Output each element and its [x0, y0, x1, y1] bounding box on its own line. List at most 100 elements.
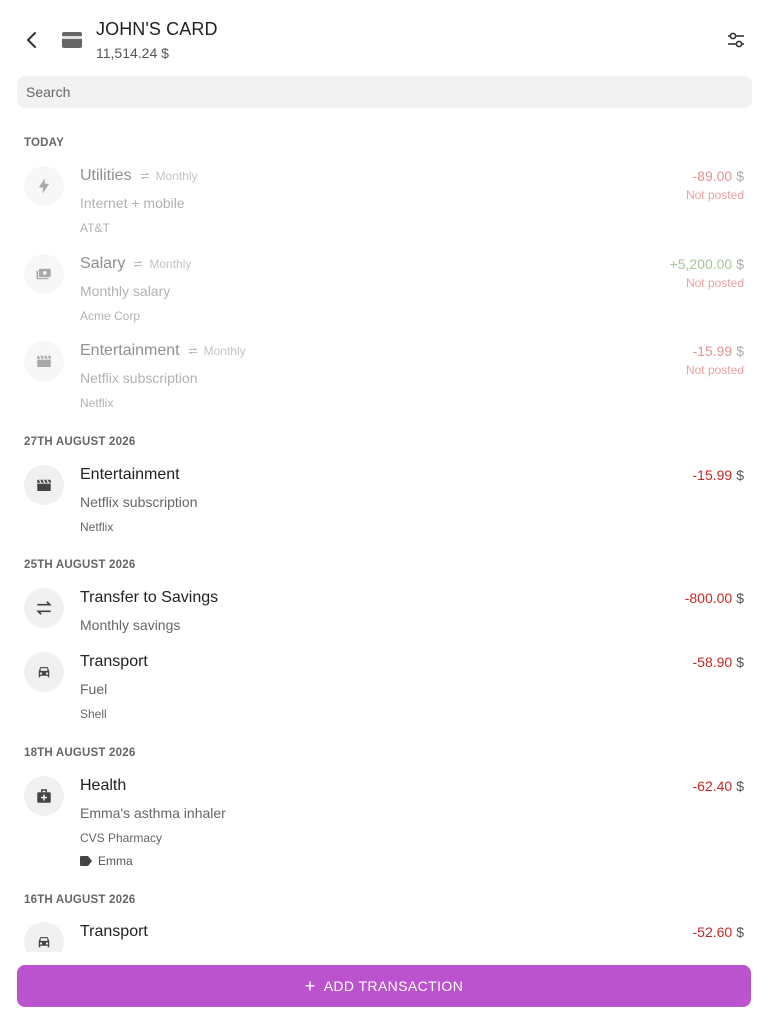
category-avatar	[24, 166, 64, 206]
cash-icon	[36, 268, 51, 280]
amount-currency: $	[736, 778, 744, 794]
amount-currency: $	[736, 343, 744, 359]
transaction-row[interactable]: Entertainment Monthly Netflix subscripti…	[0, 341, 768, 413]
category-avatar	[24, 922, 64, 952]
repeat-icon	[188, 347, 197, 355]
amount-currency: $	[736, 467, 744, 483]
amount-currency: $	[736, 256, 744, 272]
transaction-row[interactable]: Entertainment Netflix subscription Netfl…	[0, 465, 768, 537]
recurring-label: Monthly	[155, 169, 198, 183]
status-badge: Not posted	[685, 188, 744, 202]
amount-currency: $	[736, 168, 744, 184]
back-button[interactable]	[20, 28, 44, 52]
transaction-category: Health	[80, 777, 127, 794]
amount-value: -58.90	[692, 654, 733, 670]
transaction-payee: AT&T	[80, 221, 110, 235]
swap-arrows-icon	[36, 601, 52, 615]
transaction-category: Entertainment	[80, 466, 180, 483]
transaction-amount: -58.90 $	[693, 654, 745, 670]
add-transaction-button[interactable]: + ADD TRANSACTION	[17, 965, 751, 1007]
section-header-date: 18TH AUGUST 2026	[24, 747, 136, 759]
transaction-row[interactable]: Utilities Monthly Internet + mobile AT&T…	[0, 166, 768, 238]
transaction-description: Netflix subscription	[80, 494, 198, 510]
category-avatar	[24, 465, 64, 505]
tune-sliders-icon	[728, 32, 744, 48]
transaction-row[interactable]: Transfer to Savings Monthly savings -800…	[0, 588, 768, 638]
category-avatar	[24, 341, 64, 381]
transaction-payee: CVS Pharmacy	[80, 831, 163, 845]
transaction-row[interactable]: Transport Fuel Shell -58.90 $	[0, 652, 768, 724]
transaction-amount: -15.99 $	[693, 343, 745, 359]
amount-value: -52.60	[692, 924, 733, 940]
section-header-today: TODAY	[24, 137, 64, 149]
tag-label: Emma	[98, 854, 133, 868]
amount-value: +5,200.00	[669, 256, 733, 272]
amount-currency: $	[736, 654, 744, 670]
transaction-amount: -62.40 $	[693, 778, 745, 794]
section-header-date: 16TH AUGUST 2026	[24, 894, 136, 906]
recurring-badge: Monthly	[187, 344, 246, 358]
amount-value: -15.99	[692, 467, 733, 483]
transaction-payee: Netflix	[80, 396, 114, 410]
app-header: JOHN'S CARD 11,514.24 $	[0, 0, 768, 76]
status-badge: Not posted	[685, 363, 744, 377]
repeat-icon	[134, 260, 143, 268]
category-avatar	[24, 588, 64, 628]
transaction-description: Netflix subscription	[80, 370, 198, 386]
label-tag-icon	[80, 856, 92, 866]
filter-button[interactable]	[724, 28, 748, 52]
amount-value: -62.40	[692, 778, 733, 794]
transaction-description: Monthly salary	[80, 283, 171, 299]
transaction-description: Emma's asthma inhaler	[80, 805, 226, 821]
transaction-amount: -800.00 $	[685, 590, 744, 606]
transaction-tag: Emma	[80, 854, 133, 868]
amount-value: -800.00	[684, 590, 733, 606]
category-avatar	[24, 254, 64, 294]
car-icon	[38, 667, 50, 678]
transaction-amount: +5,200.00 $	[670, 256, 744, 272]
transaction-category: Utilities	[80, 167, 132, 184]
transaction-payee: Acme Corp	[80, 309, 141, 323]
transaction-category: Transport	[80, 923, 148, 940]
movie-clapper-icon	[37, 479, 51, 491]
repeat-icon	[140, 172, 149, 180]
transaction-payee: Shell	[80, 707, 107, 721]
category-avatar	[24, 652, 64, 692]
amount-currency: $	[736, 924, 744, 940]
section-header-date: 25TH AUGUST 2026	[24, 559, 136, 571]
recurring-badge: Monthly	[132, 257, 191, 271]
transaction-description: Fuel	[80, 681, 108, 697]
transaction-category: Entertainment	[80, 342, 180, 359]
transaction-description: Internet + mobile	[80, 195, 185, 211]
transaction-category: Salary	[80, 255, 126, 272]
plus-icon: +	[304, 976, 316, 996]
status-badge: Not posted	[685, 276, 744, 290]
amount-currency: $	[736, 590, 744, 606]
transaction-amount: -52.60 $	[693, 924, 745, 940]
transaction-category: Transport	[80, 653, 148, 670]
transaction-row[interactable]: Transport -52.60 $	[0, 922, 768, 952]
page-title: JOHN'S CARD	[96, 19, 218, 39]
amount-value: -89.00	[692, 168, 733, 184]
transaction-category: Transfer to Savings	[80, 589, 219, 606]
transaction-row[interactable]: Salary Monthly Monthly salary Acme Corp …	[0, 254, 768, 326]
bolt-icon	[38, 178, 50, 194]
transaction-list[interactable]: TODAY Utilities Monthly Internet + mobil…	[0, 120, 768, 952]
transaction-payee: Netflix	[80, 520, 114, 534]
recurring-badge: Monthly	[139, 169, 198, 183]
recurring-label: Monthly	[203, 344, 246, 358]
car-icon	[38, 937, 50, 948]
recurring-label: Monthly	[149, 257, 192, 271]
add-transaction-label: ADD TRANSACTION	[323, 978, 464, 994]
amount-value: -15.99	[692, 343, 733, 359]
transaction-description: Monthly savings	[80, 617, 181, 633]
section-header-date: 27TH AUGUST 2026	[24, 436, 136, 448]
transaction-amount: -89.00 $	[693, 168, 745, 184]
medical-bag-icon	[37, 789, 51, 803]
category-avatar	[24, 776, 64, 816]
arrow-left-icon	[27, 32, 36, 48]
transaction-row[interactable]: Health Emma's asthma inhaler CVS Pharmac…	[0, 776, 768, 872]
movie-clapper-icon	[37, 355, 51, 367]
search-input[interactable]	[17, 76, 752, 108]
transaction-amount: -15.99 $	[693, 467, 745, 483]
